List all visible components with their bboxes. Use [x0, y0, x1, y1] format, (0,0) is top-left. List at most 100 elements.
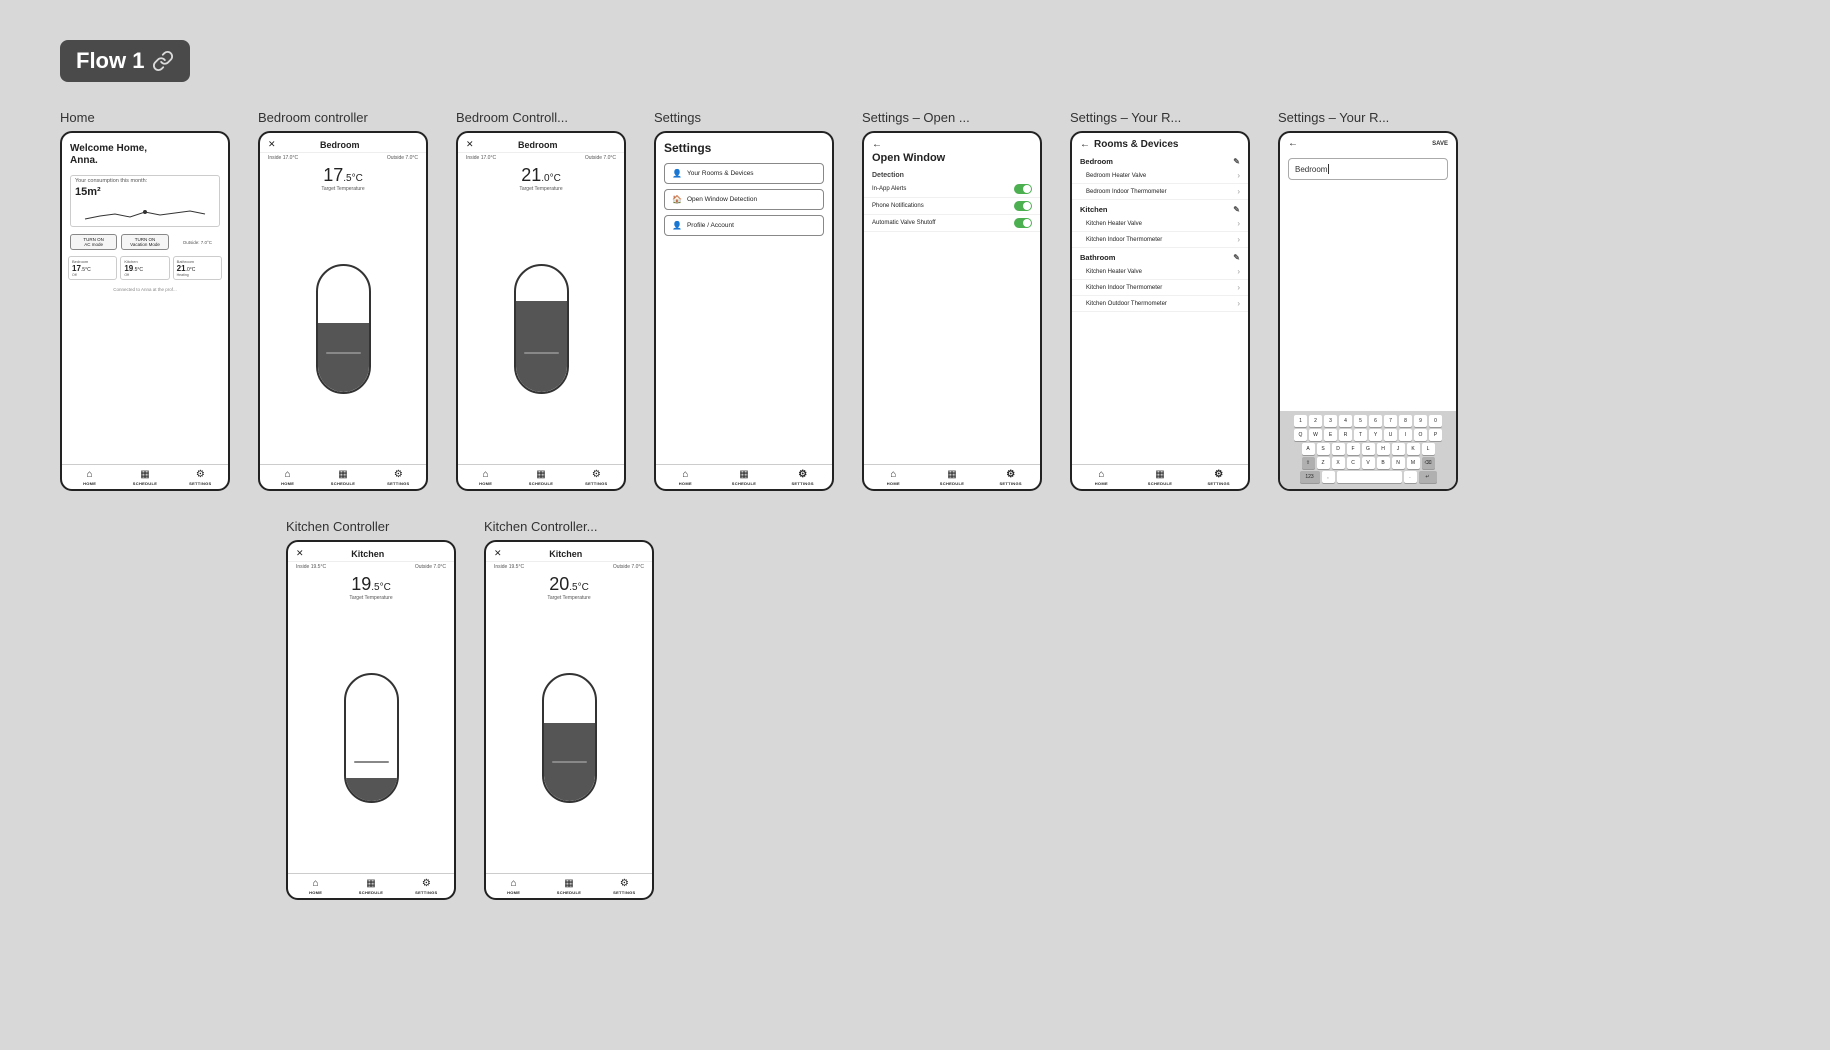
key-m[interactable]: M [1407, 457, 1420, 469]
nav-schedule-rd[interactable]: ▦ SCHEDULE [1131, 469, 1190, 486]
toggle-phone[interactable] [1014, 201, 1032, 211]
key-y[interactable]: Y [1369, 429, 1382, 441]
key-w[interactable]: W [1309, 429, 1322, 441]
key-f[interactable]: F [1347, 443, 1360, 455]
key-p[interactable]: P [1429, 429, 1442, 441]
key-g[interactable]: G [1362, 443, 1375, 455]
rd-row-kitchen-thermo[interactable]: Kitchen Indoor Thermometer › [1072, 232, 1248, 248]
rd-row-bathroom-thermo[interactable]: Kitchen Indoor Thermometer › [1072, 280, 1248, 296]
key-c[interactable]: C [1347, 457, 1360, 469]
nav-schedule-k1[interactable]: ▦ SCHEDULE [343, 878, 398, 895]
screen-wrapper-home: Home Welcome Home,Anna. Your consumption… [60, 110, 230, 491]
key-o[interactable]: O [1414, 429, 1427, 441]
rd-title: Rooms & Devices [1094, 139, 1178, 150]
nav-schedule[interactable]: ▦ SCHEDULE [117, 469, 172, 486]
turn-on-vacation-btn[interactable]: TURN ONVacation Mode [121, 234, 168, 250]
turn-on-ac-btn[interactable]: TURN ONAC mode [70, 234, 117, 250]
nav-settings-b1[interactable]: ⚙ SETTINGS [371, 469, 426, 486]
nav-schedule-ow[interactable]: ▦ SCHEDULE [923, 469, 982, 486]
key-period[interactable]: . [1404, 471, 1417, 483]
close-btn-k2[interactable]: ✕ [494, 548, 502, 559]
key-shift[interactable]: ⇧ [1302, 457, 1315, 469]
key-l[interactable]: L [1422, 443, 1435, 455]
key-u[interactable]: U [1384, 429, 1397, 441]
close-btn-b1[interactable]: ✕ [268, 139, 276, 150]
flow-badge[interactable]: Flow 1 [60, 40, 190, 82]
key-7[interactable]: 7 [1384, 415, 1397, 427]
back-btn-rd[interactable]: ← [1080, 139, 1090, 150]
key-j[interactable]: J [1392, 443, 1405, 455]
nav-settings-s[interactable]: ⚙ SETTINGS [773, 469, 832, 486]
key-z[interactable]: Z [1317, 457, 1330, 469]
menu-rooms-devices[interactable]: 👤 Your Rooms & Devices [664, 163, 824, 184]
controller-header-b1: ✕ Bedroom [260, 133, 426, 153]
screen-wrapper-kitchen2: Kitchen Controller... ✕ Kitchen Inside 1… [484, 519, 654, 900]
kb-save-btn[interactable]: SAVE [1432, 141, 1448, 147]
key-1[interactable]: 1 [1294, 415, 1307, 427]
edit-bedroom[interactable]: ✎ [1233, 157, 1240, 166]
nav-settings-ow[interactable]: ⚙ SETTINGS [981, 469, 1040, 486]
nav-schedule-k2[interactable]: ▦ SCHEDULE [541, 878, 596, 895]
nav-settings-rd[interactable]: ⚙ SETTINGS [1189, 469, 1248, 486]
key-d[interactable]: D [1332, 443, 1345, 455]
kb-back-btn[interactable]: ← [1288, 138, 1298, 149]
nav-settings-k1[interactable]: ⚙ SETTINGS [399, 878, 454, 895]
key-q[interactable]: Q [1294, 429, 1307, 441]
key-comma[interactable]: , [1322, 471, 1335, 483]
rd-row-kitchen-valve[interactable]: Kitchen Heater Valve › [1072, 216, 1248, 232]
key-123[interactable]: 123 [1300, 471, 1320, 483]
nav-settings-k2[interactable]: ⚙ SETTINGS [597, 878, 652, 895]
key-i[interactable]: I [1399, 429, 1412, 441]
toggle-valve[interactable] [1014, 218, 1032, 228]
key-5[interactable]: 5 [1354, 415, 1367, 427]
key-t[interactable]: T [1354, 429, 1367, 441]
key-return[interactable]: ↵ [1419, 471, 1437, 483]
key-r[interactable]: R [1339, 429, 1352, 441]
toggle-alerts[interactable] [1014, 184, 1032, 194]
kb-input-field[interactable]: Bedroom [1288, 158, 1448, 180]
key-8[interactable]: 8 [1399, 415, 1412, 427]
key-0[interactable]: 0 [1429, 415, 1442, 427]
rd-row-bathroom-valve[interactable]: Kitchen Heater Valve › [1072, 264, 1248, 280]
key-backspace[interactable]: ⌫ [1422, 457, 1435, 469]
key-v[interactable]: V [1362, 457, 1375, 469]
nav-schedule-b1[interactable]: ▦ SCHEDULE [315, 469, 370, 486]
close-btn-b2[interactable]: ✕ [466, 139, 474, 150]
key-e[interactable]: E [1324, 429, 1337, 441]
nav-home-ow[interactable]: ⌂ HOME [864, 469, 923, 486]
rd-row-bedroom-valve[interactable]: Bedroom Heater Valve › [1072, 168, 1248, 184]
key-9[interactable]: 9 [1414, 415, 1427, 427]
edit-kitchen[interactable]: ✎ [1233, 205, 1240, 214]
screen-label-ow: Settings – Open ... [862, 110, 970, 125]
edit-bathroom[interactable]: ✎ [1233, 253, 1240, 262]
key-h[interactable]: H [1377, 443, 1390, 455]
key-4[interactable]: 4 [1339, 415, 1352, 427]
nav-home-b2[interactable]: ⌂ HOME [458, 469, 513, 486]
nav-settings-b2[interactable]: ⚙ SETTINGS [569, 469, 624, 486]
nav-home-k1[interactable]: ⌂ HOME [288, 878, 343, 895]
nav-home-k2[interactable]: ⌂ HOME [486, 878, 541, 895]
key-b[interactable]: B [1377, 457, 1390, 469]
rd-row-bathroom-outdoor[interactable]: Kitchen Outdoor Thermometer › [1072, 296, 1248, 312]
nav-settings[interactable]: ⚙ SETTINGS [173, 469, 228, 486]
nav-home-b1[interactable]: ⌂ HOME [260, 469, 315, 486]
key-3[interactable]: 3 [1324, 415, 1337, 427]
rd-row-bedroom-thermo[interactable]: Bedroom Indoor Thermometer › [1072, 184, 1248, 200]
nav-schedule-b2[interactable]: ▦ SCHEDULE [513, 469, 568, 486]
menu-profile[interactable]: 👤 Profile / Account [664, 215, 824, 236]
key-6[interactable]: 6 [1369, 415, 1382, 427]
nav-home-rd[interactable]: ⌂ HOME [1072, 469, 1131, 486]
key-n[interactable]: N [1392, 457, 1405, 469]
key-x[interactable]: X [1332, 457, 1345, 469]
key-s[interactable]: S [1317, 443, 1330, 455]
nav-home[interactable]: ⌂ HOME [62, 469, 117, 486]
back-btn-ow[interactable]: ← [872, 139, 1032, 150]
key-space[interactable] [1337, 471, 1402, 483]
nav-home-s[interactable]: ⌂ HOME [656, 469, 715, 486]
key-2[interactable]: 2 [1309, 415, 1322, 427]
key-k[interactable]: K [1407, 443, 1420, 455]
close-btn-k1[interactable]: ✕ [296, 548, 304, 559]
menu-open-window[interactable]: 🏠 Open Window Detection [664, 189, 824, 210]
nav-schedule-s[interactable]: ▦ SCHEDULE [715, 469, 774, 486]
key-a[interactable]: A [1302, 443, 1315, 455]
